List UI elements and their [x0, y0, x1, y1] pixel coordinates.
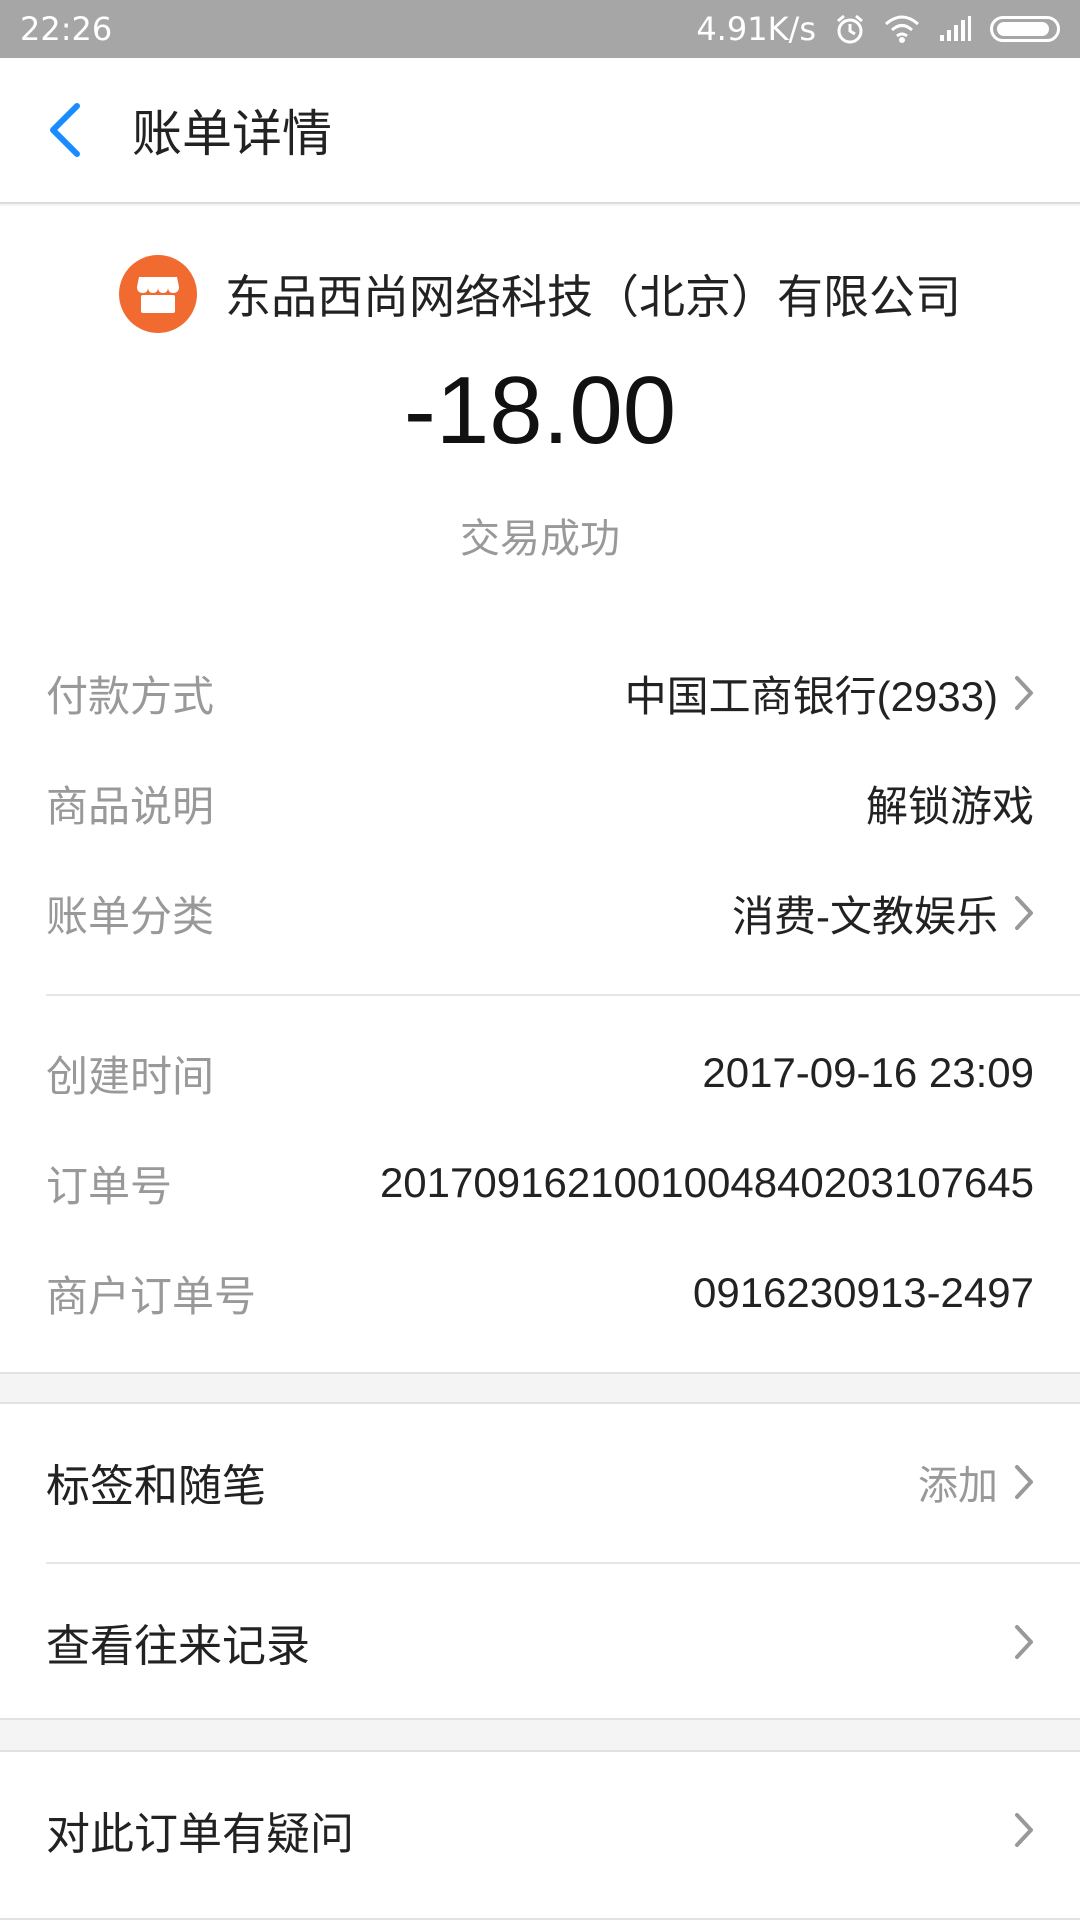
created-time-row: 创建时间 2017-09-16 23:09 [46, 1038, 1034, 1108]
page-title: 账单详情 [132, 105, 332, 163]
view-history-row[interactable]: 查看往来记录 [46, 1564, 1034, 1720]
action-label: 查看往来记录 [46, 1621, 310, 1672]
detail-value: 中国工商银行(2933) [624, 672, 998, 720]
bill-category-row[interactable]: 账单分类 消费-文教娱乐 [46, 878, 1034, 948]
transaction-status: 交易成功 [460, 516, 620, 562]
detail-label: 商户订单号 [46, 1271, 257, 1321]
status-icons: 4.91K/s [696, 10, 1060, 48]
tags-history-section: 标签和随笔 添加 查看往来记录 [0, 1402, 1080, 1720]
order-number-row: 订单号 20170916210010048402031076​45 [46, 1148, 1034, 1218]
wifi-icon [885, 15, 919, 43]
store-icon [119, 255, 197, 333]
detail-value: 解锁游戏 [865, 782, 1034, 830]
net-speed: 4.91K/s [696, 10, 816, 48]
divider [46, 994, 1080, 996]
chevron-right-icon [1015, 1813, 1033, 1847]
merchant-order-number-row: 商户订单号 0916230913-2497 [46, 1258, 1034, 1328]
detail-label: 付款方式 [46, 671, 215, 721]
add-hint: 添加 [918, 1463, 998, 1509]
status-time: 22:26 [20, 10, 113, 48]
detail-label: 订单号 [46, 1161, 173, 1211]
detail-label: 创建时间 [46, 1051, 215, 1101]
action-label: 标签和随笔 [46, 1461, 266, 1512]
payment-method-row[interactable]: 付款方式 中国工商银行(2933) [46, 658, 1034, 728]
merchant-row: 东品西尚网络科技（北京）有限公司 [0, 244, 1080, 344]
alarm-icon [837, 14, 863, 44]
action-label: 对此订单有疑问 [46, 1809, 354, 1860]
chevron-right-icon [1015, 1465, 1033, 1499]
tags-notes-row[interactable]: 标签和随笔 添加 [46, 1404, 1034, 1560]
detail-label: 商品说明 [46, 781, 215, 831]
back-button[interactable] [10, 57, 120, 203]
merchant-name: 东品西尚网络科技（北京）有限公司 [225, 270, 961, 324]
bill-detail-card: 东品西尚网络科技（北京）有限公司 -18.00 交易成功 付款方式 中国工商银行… [0, 206, 1080, 1374]
amount: -18.00 [403, 357, 677, 464]
chevron-right-icon [1015, 676, 1033, 710]
product-description-row: 商品说明 解锁游戏 [46, 768, 1034, 838]
detail-value: 20170916210010048402031076​45 [379, 1159, 1034, 1206]
app-bar: 账单详情 [0, 58, 1080, 204]
chevron-right-icon [1015, 1625, 1033, 1659]
dispute-section: 对此订单有疑问 [0, 1750, 1080, 1920]
chevron-left-icon [50, 103, 80, 157]
chevron-right-icon [1015, 896, 1033, 930]
status-bar: 22:26 4.91K/s [0, 0, 1080, 58]
battery-icon [990, 16, 1060, 42]
detail-value: 消费-文教娱乐 [732, 892, 998, 940]
detail-value: 2017-09-16 23:09 [702, 1049, 1034, 1096]
detail-label: 账单分类 [46, 891, 215, 941]
detail-value: 0916230913-2497 [692, 1269, 1034, 1316]
order-question-row[interactable]: 对此订单有疑问 [46, 1752, 1034, 1908]
signal-icon [940, 16, 971, 41]
